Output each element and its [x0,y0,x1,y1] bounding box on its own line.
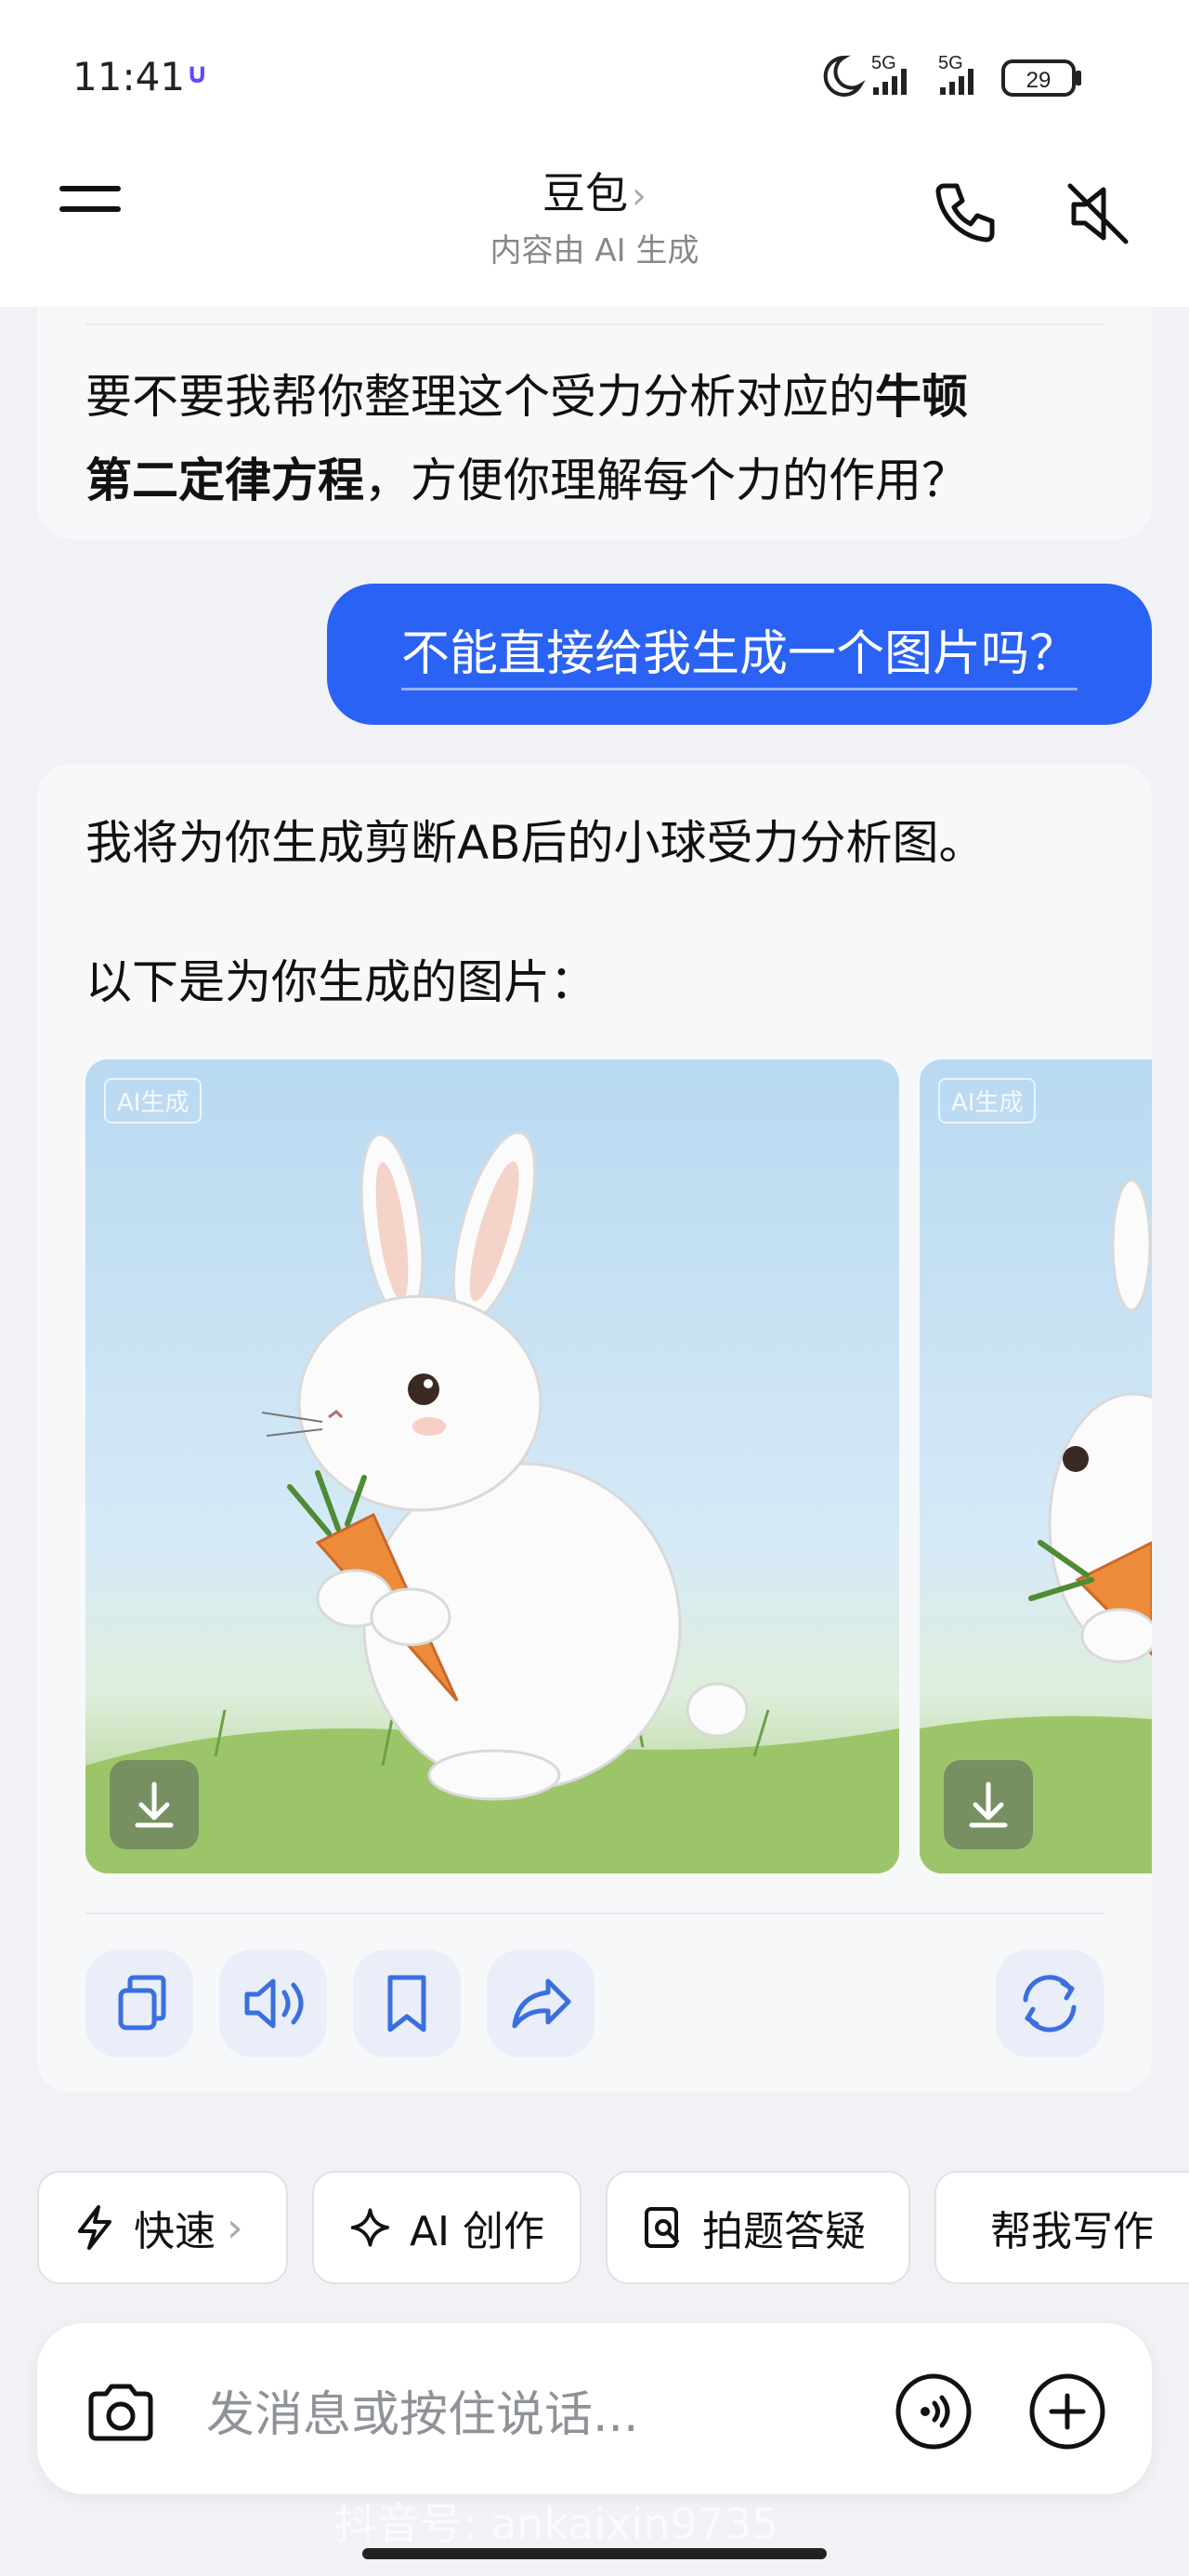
chip-photo-question[interactable]: 拍题答疑 [606,2171,910,2284]
voice-wave-icon [895,2373,972,2450]
bookmark-button[interactable] [353,1950,461,2057]
page-title[interactable]: 豆包 › [0,160,1189,221]
ai-message-text: 要不要我帮你整理这个受力分析对应的牛顿 第二定律方程，方便你理解每个力的作用？ [85,370,968,507]
copy-button[interactable] [85,1950,193,2057]
download-button[interactable] [110,1760,199,1849]
chip-ai-create[interactable]: AI 创作 [312,2171,581,2284]
call-button[interactable] [925,177,1000,251]
chevron-right-icon: › [632,175,647,217]
status-time: 11:41 [72,54,186,99]
ai-disclaimer: 内容由 AI 生成 [490,232,699,269]
add-button[interactable] [1026,2370,1109,2453]
message-input[interactable]: 发消息或按住说话... [206,2375,639,2445]
share-icon [512,1978,571,2029]
mute-button[interactable] [1061,177,1135,251]
photo-question-icon [645,2207,680,2248]
ai-generated-tag: AI生成 [104,1078,203,1124]
bookmark-icon [387,1975,426,2032]
generated-image[interactable]: AI生成 [85,1059,899,1873]
user-message-text: 不能直接给我生成一个图片吗？ [400,626,1078,690]
voice-call-button[interactable] [892,2370,975,2453]
rabbit-illustration [85,1131,899,1873]
chip-label: 拍题答疑 [702,2208,866,2255]
generated-image[interactable]: AI生成 [920,1059,1152,1873]
sparkle-icon [350,2208,390,2247]
network-label-1: 5G [871,53,896,73]
speaker-icon [244,1978,304,2029]
chip-help-write[interactable]: 帮我写作 [934,2171,1189,2284]
home-indicator[interactable] [362,2548,827,2559]
read-aloud-button[interactable] [219,1950,327,2057]
lightning-icon [78,2205,111,2250]
share-button[interactable] [487,1950,594,2057]
chip-label: AI 创作 [409,2208,544,2255]
chip-label: 快速 [134,2208,216,2255]
phone-icon [935,183,995,243]
camera-icon [88,2384,153,2441]
download-icon [135,1781,174,1828]
ai-message: 要不要我帮你整理这个受力分析对应的牛顿 第二定律方程，方便你理解每个力的作用？ [37,307,1152,539]
ai-message-line: 我将为你生成剪断AB后的小球受力分析图。 [85,816,986,870]
ai-message-line: 以下是为你生成的图片： [85,955,596,1009]
rabbit-illustration [920,1178,1152,1873]
ai-generated-tag: AI生成 [938,1078,1037,1124]
chip-label: 帮我写作 [990,2208,1154,2255]
user-message: 不能直接给我生成一个图片吗？ [327,584,1152,725]
speaker-muted-icon [1067,183,1129,244]
status-indicator: ∪ [186,58,209,90]
bot-name: 豆包 [542,168,628,218]
chip-fast[interactable]: 快速 › [37,2171,288,2284]
system-icons: 5G 5G 29 [817,48,1124,108]
message-divider [85,1912,1104,1914]
moon-icon [823,55,866,97]
regenerate-icon [1023,1975,1077,2032]
download-icon [969,1781,1008,1828]
watermark: 抖音号: ankaixin9735 [334,2499,779,2549]
chevron-right-icon: › [227,2203,243,2252]
network-label-2: 5G [938,53,963,73]
battery-level: 29 [1026,68,1052,93]
copy-icon [118,1975,166,2031]
download-button[interactable] [944,1760,1033,1849]
camera-button[interactable] [82,2373,160,2451]
regenerate-button[interactable] [996,1950,1104,2057]
plus-circle-icon [1029,2373,1105,2450]
